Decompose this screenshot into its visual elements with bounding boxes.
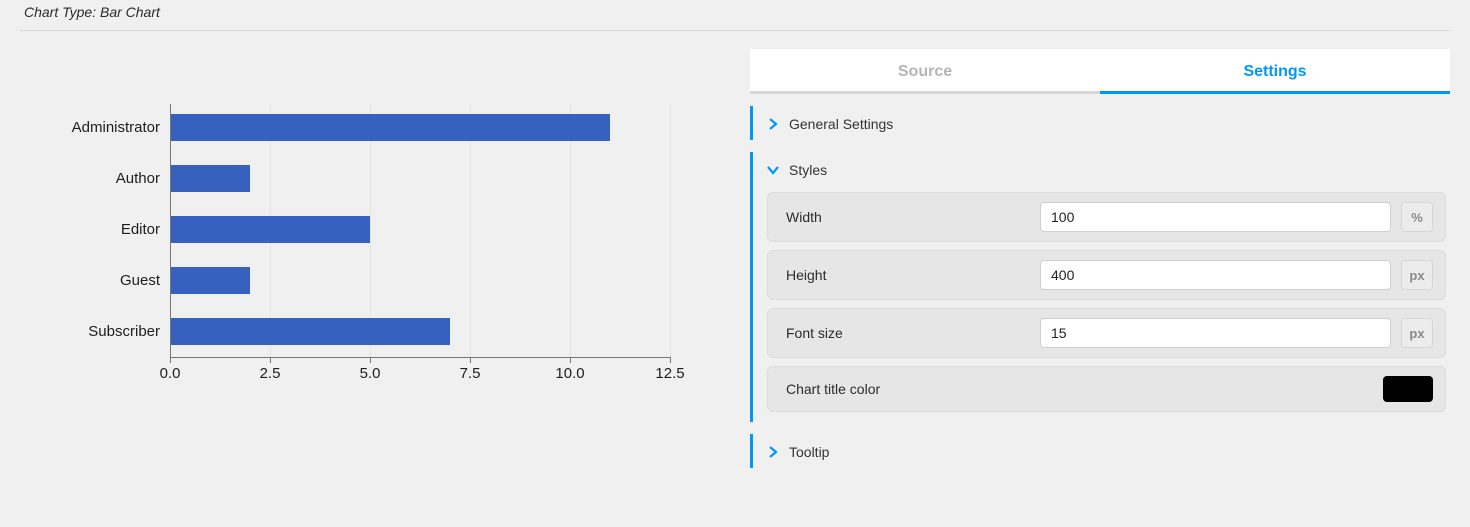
unit-label: px bbox=[1409, 326, 1424, 341]
title-color-picker[interactable] bbox=[1383, 376, 1433, 402]
chart-bar bbox=[170, 318, 450, 345]
width-unit-toggle[interactable]: % bbox=[1401, 202, 1433, 232]
font-size-input[interactable] bbox=[1040, 318, 1391, 348]
field-label: Width bbox=[780, 209, 1030, 225]
field-font-size: Font size px bbox=[767, 308, 1446, 358]
chart-plot-area bbox=[170, 104, 670, 357]
chart-x-tick bbox=[170, 357, 171, 363]
chart-bar bbox=[170, 267, 250, 294]
x-tick-label: 10.0 bbox=[550, 365, 590, 382]
chart-x-tick bbox=[370, 357, 371, 363]
bar-category-label: Subscriber bbox=[20, 324, 160, 339]
settings-panel: Source Settings General Settings bbox=[750, 49, 1450, 468]
chart-x-tick bbox=[570, 357, 571, 363]
height-input[interactable] bbox=[1040, 260, 1391, 290]
chart-bar bbox=[170, 216, 370, 243]
unit-label: px bbox=[1409, 268, 1424, 283]
x-tick-label: 5.0 bbox=[350, 365, 390, 382]
tab-source[interactable]: Source bbox=[750, 49, 1100, 94]
section-title: General Settings bbox=[789, 116, 893, 132]
chart-gridline bbox=[670, 104, 671, 357]
section-toggle-general[interactable]: General Settings bbox=[767, 116, 1446, 132]
field-height: Height px bbox=[767, 250, 1446, 300]
section-styles: Styles Width % Height px bbox=[750, 152, 1450, 422]
field-label: Font size bbox=[780, 325, 1030, 341]
chart-x-tick bbox=[670, 357, 671, 363]
chart-bar bbox=[170, 165, 250, 192]
x-tick-label: 2.5 bbox=[250, 365, 290, 382]
bar-category-label: Editor bbox=[20, 222, 160, 237]
font-size-unit: px bbox=[1401, 318, 1433, 348]
chart-preview: Administrator Author Editor Guest Subscr… bbox=[20, 49, 740, 449]
unit-label: % bbox=[1411, 210, 1423, 225]
chevron-right-icon bbox=[767, 446, 779, 458]
chart-gridline bbox=[470, 104, 471, 357]
styles-body: Width % Height px Font s bbox=[767, 192, 1446, 412]
chevron-right-icon bbox=[767, 118, 779, 130]
chart-type-header: Chart Type: Bar Chart bbox=[20, 0, 1450, 31]
x-tick-label: 7.5 bbox=[450, 365, 490, 382]
section-toggle-styles[interactable]: Styles bbox=[767, 162, 1446, 178]
x-tick-label: 12.5 bbox=[650, 365, 690, 382]
section-tooltip: Tooltip bbox=[750, 434, 1450, 468]
tab-label: Source bbox=[898, 63, 952, 80]
bar-category-label: Guest bbox=[20, 273, 160, 288]
chart-gridline bbox=[570, 104, 571, 357]
field-label: Height bbox=[780, 267, 1030, 283]
section-toggle-tooltip[interactable]: Tooltip bbox=[767, 444, 1446, 460]
bar-category-label: Administrator bbox=[20, 120, 160, 135]
tab-label: Settings bbox=[1243, 63, 1306, 80]
chart-x-tick bbox=[270, 357, 271, 363]
chart-x-tick bbox=[470, 357, 471, 363]
field-title-color: Chart title color bbox=[767, 366, 1446, 412]
field-label: Chart title color bbox=[780, 381, 1030, 397]
chart-y-axis bbox=[170, 104, 171, 357]
chart-bar bbox=[170, 114, 610, 141]
bar-category-label: Author bbox=[20, 171, 160, 186]
chart-type-label: Chart Type: Bar Chart bbox=[24, 4, 160, 20]
section-title: Tooltip bbox=[789, 444, 829, 460]
field-width: Width % bbox=[767, 192, 1446, 242]
panel-tabs: Source Settings bbox=[750, 49, 1450, 94]
chart-x-axis bbox=[170, 357, 670, 358]
width-input[interactable] bbox=[1040, 202, 1391, 232]
tab-settings[interactable]: Settings bbox=[1100, 49, 1450, 94]
chevron-down-icon bbox=[767, 164, 779, 176]
x-tick-label: 0.0 bbox=[150, 365, 190, 382]
height-unit: px bbox=[1401, 260, 1433, 290]
section-title: Styles bbox=[789, 162, 827, 178]
section-general-settings: General Settings bbox=[750, 106, 1450, 140]
